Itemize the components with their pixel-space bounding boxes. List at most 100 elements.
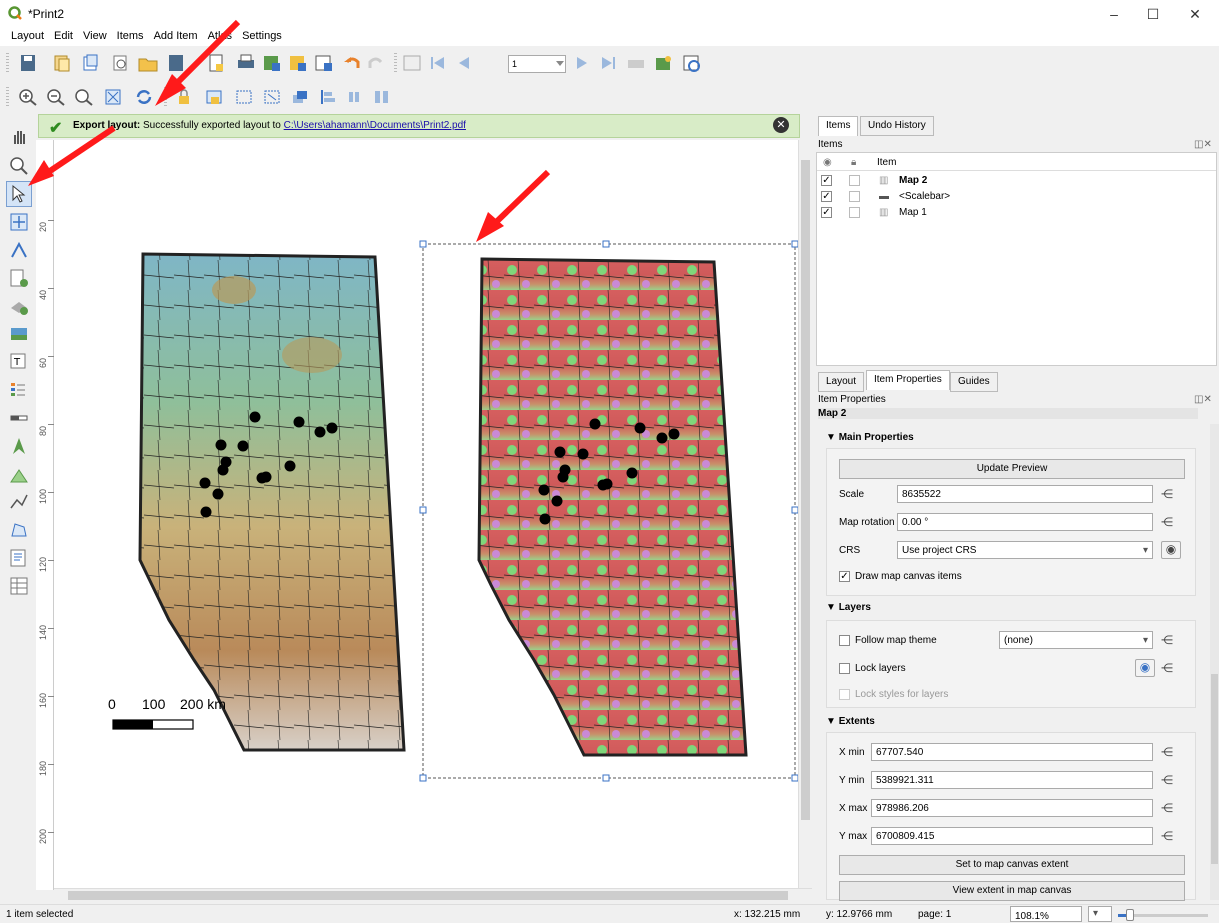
lock-items-icon[interactable] xyxy=(174,88,194,106)
tab-item-properties[interactable]: Item Properties xyxy=(866,370,950,390)
add-polyline-icon[interactable] xyxy=(9,492,29,512)
data-defined-override-icon[interactable]: ⋲ xyxy=(1161,633,1179,647)
close-message-icon[interactable]: ✕ xyxy=(773,117,789,133)
props-float-close-icon[interactable]: ◫✕ xyxy=(1194,394,1212,405)
add-attribute-table-icon[interactable] xyxy=(9,576,29,596)
lock-checkbox[interactable] xyxy=(849,175,860,186)
resize-items-icon[interactable] xyxy=(372,88,392,106)
zoom-100-icon[interactable] xyxy=(74,88,94,106)
zoom-in-icon[interactable] xyxy=(18,88,38,106)
zoom-combo[interactable]: 108.1% xyxy=(1010,906,1082,922)
save-template-icon[interactable] xyxy=(166,54,186,72)
xmin-input[interactable]: 67707.540 xyxy=(871,743,1153,761)
draw-map-items-checkbox[interactable]: ✓ xyxy=(839,571,850,582)
close-window-button[interactable]: ✕ xyxy=(1180,4,1210,24)
next-feature-icon[interactable] xyxy=(572,54,592,72)
zoom-dropdown-icon[interactable]: ▾ xyxy=(1088,906,1112,922)
add-label-icon[interactable]: T xyxy=(9,352,29,372)
redo-icon[interactable] xyxy=(366,54,386,72)
map-1[interactable] xyxy=(138,252,406,752)
main-properties-header[interactable]: ▼ Main Properties xyxy=(826,432,914,443)
view-extent-button[interactable]: View extent in map canvas xyxy=(839,881,1185,901)
lock-styles-checkbox[interactable] xyxy=(839,689,850,700)
distribute-items-icon[interactable] xyxy=(346,88,366,106)
export-path-link[interactable]: C:\Users\ahamann\Documents\Print2.pdf xyxy=(284,120,466,131)
visible-checkbox[interactable]: ✓ xyxy=(821,191,832,202)
item-row-map2[interactable]: ✓ ▥ Map 2 xyxy=(817,173,1216,189)
print-icon[interactable] xyxy=(236,54,256,72)
crs-select[interactable]: Use project CRS ▾ xyxy=(897,541,1153,559)
update-preview-button[interactable]: Update Preview xyxy=(839,459,1185,479)
zoom-out-icon[interactable] xyxy=(46,88,66,106)
page-dropdown-icon[interactable] xyxy=(550,54,570,72)
add-map-icon[interactable] xyxy=(9,268,29,288)
export-atlas-icon[interactable] xyxy=(654,54,674,72)
add-legend-icon[interactable] xyxy=(9,380,29,400)
export-svg-icon[interactable] xyxy=(288,54,308,72)
extents-header[interactable]: ▼ Extents xyxy=(826,716,875,727)
undo-icon[interactable] xyxy=(342,54,362,72)
add-shape-icon[interactable] xyxy=(9,464,29,484)
xmax-input[interactable]: 978986.206 xyxy=(871,799,1153,817)
zoom-slider-handle[interactable] xyxy=(1126,909,1134,921)
data-defined-override-icon[interactable]: ⋲ xyxy=(1161,515,1179,529)
items-list[interactable]: ◉ 🔒︎ Item ✓ ▥ Map 2 ✓ ▬ <Scalebar> ✓ ▥ M… xyxy=(816,152,1217,366)
add-polygon-icon[interactable] xyxy=(9,520,29,540)
edit-nodes-icon[interactable] xyxy=(9,240,29,260)
unlock-items-icon[interactable] xyxy=(204,88,224,106)
tab-items[interactable]: Items xyxy=(818,116,859,136)
menu-atlas[interactable]: Atlas xyxy=(203,28,237,44)
add-picture-icon[interactable] xyxy=(9,324,29,344)
props-scrollbar[interactable] xyxy=(1210,424,1219,900)
first-feature-icon[interactable] xyxy=(428,54,448,72)
maximize-button[interactable]: ☐ xyxy=(1138,4,1168,24)
menu-settings[interactable]: Settings xyxy=(237,28,287,44)
duplicate-layout-icon[interactable] xyxy=(80,54,100,72)
minimize-button[interactable]: – xyxy=(1099,4,1129,24)
data-defined-override-icon[interactable]: ⋲ xyxy=(1161,487,1179,501)
layers-header[interactable]: ▼ Layers xyxy=(826,602,871,613)
menu-view[interactable]: View xyxy=(78,28,112,44)
select-move-icon[interactable] xyxy=(9,184,29,204)
follow-theme-checkbox[interactable] xyxy=(839,635,850,646)
align-items-icon[interactable] xyxy=(318,88,338,106)
page-properties-icon[interactable] xyxy=(206,54,226,72)
lock-layers-checkbox[interactable] xyxy=(839,663,850,674)
ymin-input[interactable]: 5389921.311 xyxy=(871,771,1153,789)
print-atlas-icon[interactable] xyxy=(626,54,646,72)
lock-checkbox[interactable] xyxy=(849,207,860,218)
tab-undo-history[interactable]: Undo History xyxy=(860,116,934,136)
refresh-icon[interactable] xyxy=(134,88,154,106)
pan-hand-icon[interactable] xyxy=(9,126,29,146)
layer-visibility-icon[interactable]: ◉ xyxy=(1135,659,1155,677)
item-row-scalebar[interactable]: ✓ ▬ <Scalebar> xyxy=(817,189,1216,205)
add-html-icon[interactable] xyxy=(9,548,29,568)
save-icon[interactable] xyxy=(18,54,38,72)
export-image-icon[interactable] xyxy=(262,54,282,72)
tab-guides[interactable]: Guides xyxy=(950,372,998,392)
menu-edit[interactable]: Edit xyxy=(49,28,78,44)
previous-feature-icon[interactable] xyxy=(454,54,474,72)
float-close-icon[interactable]: ◫✕ xyxy=(1194,139,1212,150)
vertical-scrollbar[interactable] xyxy=(798,140,812,888)
data-defined-override-icon[interactable]: ⋲ xyxy=(1161,801,1179,815)
zoom-tool-icon[interactable] xyxy=(9,156,29,176)
open-template-icon[interactable] xyxy=(138,54,158,72)
menu-add-item[interactable]: Add Item xyxy=(149,28,203,44)
add-north-arrow-icon[interactable] xyxy=(9,436,29,456)
group-items-icon[interactable] xyxy=(234,88,254,106)
new-layout-icon[interactable] xyxy=(52,54,72,72)
ungroup-items-icon[interactable] xyxy=(262,88,282,106)
lock-checkbox[interactable] xyxy=(849,191,860,202)
move-content-icon[interactable] xyxy=(9,212,29,232)
visible-checkbox[interactable]: ✓ xyxy=(821,175,832,186)
scale-input[interactable]: 8635522 xyxy=(897,485,1153,503)
menu-items[interactable]: Items xyxy=(112,28,149,44)
visible-checkbox[interactable]: ✓ xyxy=(821,207,832,218)
data-defined-override-icon[interactable]: ⋲ xyxy=(1161,773,1179,787)
scalebar[interactable]: 0 100 200 km xyxy=(108,696,226,730)
horizontal-scrollbar[interactable] xyxy=(54,888,812,902)
set-to-canvas-extent-button[interactable]: Set to map canvas extent xyxy=(839,855,1185,875)
add-3d-map-icon[interactable] xyxy=(9,296,29,316)
add-scalebar-icon[interactable] xyxy=(9,408,29,428)
